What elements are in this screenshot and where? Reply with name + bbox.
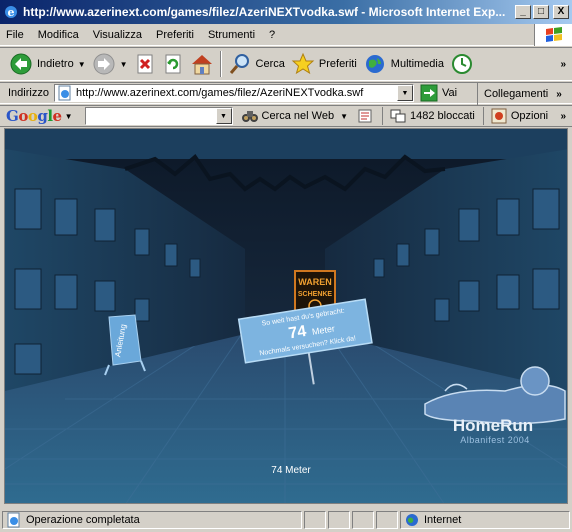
svg-text:e: e (8, 6, 15, 19)
security-zone-panel: Internet (400, 511, 570, 529)
forward-button[interactable]: ▼ (89, 50, 131, 78)
search-web-button[interactable]: Cerca nel Web ▼ (241, 107, 348, 125)
favorites-label: Preferiti (318, 58, 357, 70)
news-button[interactable] (356, 107, 374, 125)
stop-icon (137, 54, 153, 74)
page-done-icon (7, 512, 20, 528)
menu-bar: File Modifica Visualizza Preferiti Strum… (0, 24, 572, 46)
minimize-button[interactable]: _ (515, 5, 531, 19)
media-button[interactable]: Multimedia (360, 50, 447, 78)
back-button[interactable]: Indietro ▼ (6, 50, 89, 78)
status-panel-4 (376, 511, 398, 529)
search-label: Cerca (255, 58, 285, 70)
toolbar-separator (219, 51, 222, 77)
game-scene: WAREN SCHENKE So weit hast du's gebracht… (5, 129, 567, 503)
media-globe-icon (365, 55, 384, 73)
stop-button[interactable] (131, 50, 159, 78)
close-button[interactable]: X (553, 5, 569, 19)
window-title: http://www.azerinext.com/games/filez/Aze… (23, 5, 506, 19)
result-value: 74 (287, 323, 307, 343)
windows-logo (534, 24, 572, 46)
ie-icon: e (5, 6, 17, 19)
google-toolbar: Google ▼ ▼ Cerca nel Web ▼ 1482 bloccati… (0, 105, 572, 127)
home-icon (191, 55, 212, 75)
media-label: Multimedia (390, 58, 444, 70)
address-bar: Indirizzo http://www.azerinext.com/games… (0, 82, 572, 105)
forward-arrow-icon (93, 53, 115, 75)
refresh-icon (165, 54, 181, 74)
status-message: Operazione completata (26, 514, 140, 526)
back-dropdown-icon[interactable]: ▼ (78, 60, 86, 69)
status-message-panel: Operazione completata (2, 511, 302, 529)
sign-brand-top: WAREN (298, 277, 332, 287)
binoculars-icon (241, 111, 258, 122)
title-bar: e http://www.azerinext.com/games/filez/A… (0, 0, 572, 24)
google-overflow-chevron[interactable]: » (560, 111, 566, 122)
page-icon (58, 85, 71, 101)
popup-blocker-button[interactable]: 1482 bloccati (382, 107, 475, 125)
popup-blocker-icon (390, 109, 406, 123)
google-search-dropdown-icon[interactable]: ▼ (215, 108, 232, 124)
options-button[interactable]: Opzioni (482, 107, 549, 125)
distance-readout: 74 Meter (271, 465, 311, 476)
forward-dropdown-icon[interactable]: ▼ (120, 60, 128, 69)
search-web-label: Cerca nel Web (261, 110, 335, 122)
status-panel-1 (304, 511, 326, 529)
menu-visualizza[interactable]: Visualizza (87, 29, 150, 41)
maximize-button[interactable]: □ (533, 5, 549, 19)
windows-flag-icon (545, 27, 562, 42)
back-label: Indietro (37, 58, 74, 70)
google-menu-dropdown-icon[interactable]: ▼ (65, 112, 73, 121)
search-icon (229, 54, 249, 74)
flash-game-viewport[interactable]: WAREN SCHENKE So weit hast du's gebracht… (4, 128, 568, 504)
blocked-count-label: 1482 bloccati (410, 110, 475, 122)
homerun-logo: HomeRun (453, 416, 533, 435)
status-panel-3 (352, 511, 374, 529)
go-arrow-icon (420, 84, 438, 102)
address-input[interactable]: http://www.azerinext.com/games/filez/Aze… (53, 84, 414, 102)
menu-strumenti[interactable]: Strumenti (202, 29, 263, 41)
sign-brand-bottom: SCHENKE (298, 291, 333, 298)
standard-toolbar: Indietro ▼ ▼ Cerca Preferiti Multimedia … (0, 47, 572, 81)
google-logo[interactable]: Google (6, 107, 62, 125)
menu-preferiti[interactable]: Preferiti (150, 29, 202, 41)
back-arrow-icon (10, 53, 32, 75)
address-label: Indirizzo (8, 87, 49, 99)
address-dropdown-icon[interactable]: ▼ (396, 85, 413, 101)
options-label: Opzioni (510, 110, 549, 122)
links-overflow-chevron[interactable]: » (556, 89, 562, 100)
internet-globe-icon (406, 514, 418, 526)
links-button[interactable]: Collegamenti » (477, 83, 562, 105)
toolbar-overflow-chevron[interactable]: » (560, 59, 566, 70)
star-icon (291, 52, 315, 75)
google-search-input[interactable]: ▼ (84, 107, 233, 125)
news-icon (358, 109, 372, 123)
go-label: Vai (441, 87, 458, 99)
status-panel-2 (328, 511, 350, 529)
status-bar: Operazione completata Internet (0, 508, 572, 532)
menu-help[interactable]: ? (263, 29, 283, 41)
albanifest-subtitle: Albanifest 2004 (460, 435, 530, 445)
history-icon (451, 54, 472, 74)
menu-modifica[interactable]: Modifica (32, 29, 87, 41)
refresh-button[interactable] (159, 50, 187, 78)
options-icon (491, 108, 507, 124)
go-button[interactable]: Vai (420, 84, 457, 102)
address-url: http://www.azerinext.com/games/filez/Aze… (75, 87, 364, 99)
search-web-dropdown-icon[interactable]: ▼ (340, 112, 348, 121)
menu-file[interactable]: File (0, 29, 32, 41)
home-button[interactable] (187, 50, 217, 78)
history-button[interactable] (447, 50, 477, 78)
favorites-button[interactable]: Preferiti (288, 50, 360, 78)
security-zone-label: Internet (424, 514, 462, 526)
search-button[interactable]: Cerca (225, 50, 288, 78)
links-label: Collegamenti (484, 88, 549, 100)
